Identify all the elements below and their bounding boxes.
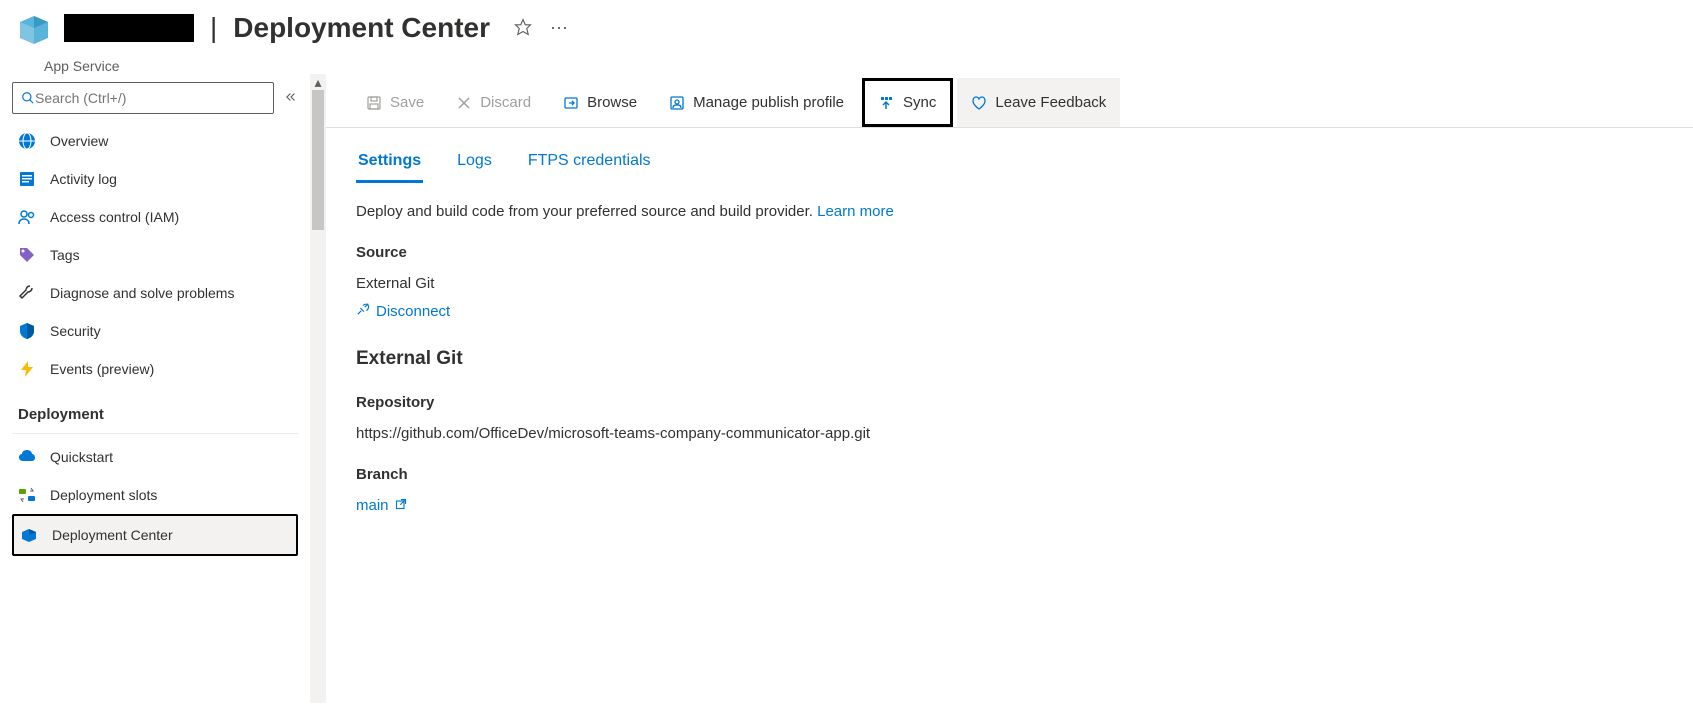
search-input[interactable] xyxy=(35,90,265,106)
learn-more-link[interactable]: Learn more xyxy=(817,203,894,220)
resource-type-label: App Service xyxy=(44,58,1693,74)
people-icon xyxy=(18,208,36,226)
lightning-icon xyxy=(18,360,36,378)
shield-icon xyxy=(18,322,36,340)
toolbar-label: Save xyxy=(390,94,424,111)
sync-icon xyxy=(879,95,895,111)
tabs: Settings Logs FTPS credentials xyxy=(330,128,1693,183)
nav-label: Deployment Center xyxy=(52,527,173,543)
toolbar-label: Leave Feedback xyxy=(995,94,1106,111)
external-git-heading: External Git xyxy=(356,348,1663,370)
app-service-icon xyxy=(16,12,52,48)
repository-label: Repository xyxy=(356,394,1663,411)
more-button[interactable]: ⋯ xyxy=(550,18,570,39)
toolbar-label: Discard xyxy=(480,94,531,111)
toolbar: Save Discard Browse Manage publish profi… xyxy=(326,74,1693,128)
nav-label: Activity log xyxy=(50,171,117,187)
scroll-up-arrow[interactable]: ▴ xyxy=(310,74,326,90)
nav-label: Overview xyxy=(50,133,108,149)
nav-label: Tags xyxy=(50,247,80,263)
sidebar-item-quickstart[interactable]: Quickstart xyxy=(12,438,298,476)
nav-section-deployment: Deployment xyxy=(12,388,298,434)
save-button: Save xyxy=(352,78,438,127)
sidebar-item-diagnose[interactable]: Diagnose and solve problems xyxy=(12,274,298,312)
branch-link[interactable]: main xyxy=(356,497,1663,514)
browse-icon xyxy=(563,95,579,111)
log-icon xyxy=(18,170,36,188)
browse-button[interactable]: Browse xyxy=(549,78,651,127)
nav-label: Security xyxy=(50,323,101,339)
sidebar-item-events[interactable]: Events (preview) xyxy=(12,350,298,388)
disconnect-label: Disconnect xyxy=(376,303,450,320)
cube-icon xyxy=(20,526,38,544)
nav-label: Deployment slots xyxy=(50,487,157,503)
save-icon xyxy=(366,95,382,111)
source-value: External Git xyxy=(356,275,1663,292)
sidebar-item-access-control[interactable]: Access control (IAM) xyxy=(12,198,298,236)
nav-label: Events (preview) xyxy=(50,361,154,377)
toolbar-label: Sync xyxy=(903,94,936,111)
toolbar-label: Manage publish profile xyxy=(693,94,844,111)
profile-icon xyxy=(669,95,685,111)
tag-icon xyxy=(18,246,36,264)
nav-label: Access control (IAM) xyxy=(50,209,179,225)
source-label: Source xyxy=(356,244,1663,261)
sync-button[interactable]: Sync xyxy=(862,78,953,127)
disconnect-icon xyxy=(356,302,370,320)
cloud-icon xyxy=(18,448,36,466)
tab-logs[interactable]: Logs xyxy=(455,144,494,183)
external-link-icon xyxy=(395,497,407,514)
nav-label: Diagnose and solve problems xyxy=(50,285,234,301)
settings-panel: Deploy and build code from your preferre… xyxy=(326,183,1693,534)
wrench-icon xyxy=(18,284,36,302)
sidebar-item-deployment-slots[interactable]: Deployment slots xyxy=(12,476,298,514)
heart-icon xyxy=(971,95,987,111)
collapse-sidebar-button[interactable] xyxy=(284,90,298,107)
search-icon xyxy=(21,91,35,105)
main-content: Save Discard Browse Manage publish profi… xyxy=(326,74,1693,703)
globe-icon xyxy=(18,132,36,150)
leave-feedback-button[interactable]: Leave Feedback xyxy=(957,78,1120,127)
page-header: | Deployment Center ⋯ xyxy=(0,0,1693,56)
discard-button: Discard xyxy=(442,78,545,127)
close-icon xyxy=(456,95,472,111)
branch-label: Branch xyxy=(356,466,1663,483)
nav-label: Quickstart xyxy=(50,449,113,465)
disconnect-link[interactable]: Disconnect xyxy=(356,302,1663,320)
manage-publish-profile-button[interactable]: Manage publish profile xyxy=(655,78,858,127)
favorite-star-button[interactable] xyxy=(514,18,532,39)
redacted-resource-name xyxy=(64,14,194,42)
toolbar-label: Browse xyxy=(587,94,637,111)
sidebar-scrollbar[interactable]: ▴ xyxy=(310,74,326,703)
scroll-thumb[interactable] xyxy=(312,90,324,230)
description-text: Deploy and build code from your preferre… xyxy=(356,203,817,220)
sidebar-item-deployment-center[interactable]: Deployment Center xyxy=(12,514,298,556)
branch-value: main xyxy=(356,497,389,514)
sidebar-item-security[interactable]: Security xyxy=(12,312,298,350)
search-input-container[interactable] xyxy=(12,82,274,114)
slots-icon xyxy=(18,486,36,504)
sidebar-item-activity-log[interactable]: Activity log xyxy=(12,160,298,198)
page-title: Deployment Center xyxy=(233,12,490,44)
tab-ftps-credentials[interactable]: FTPS credentials xyxy=(526,144,653,183)
tab-settings[interactable]: Settings xyxy=(356,144,423,183)
sidebar: Overview Activity log Access control (IA… xyxy=(0,74,310,703)
sidebar-item-tags[interactable]: Tags xyxy=(12,236,298,274)
sidebar-item-overview[interactable]: Overview xyxy=(12,122,298,160)
repository-value: https://github.com/OfficeDev/microsoft-t… xyxy=(356,425,1663,442)
